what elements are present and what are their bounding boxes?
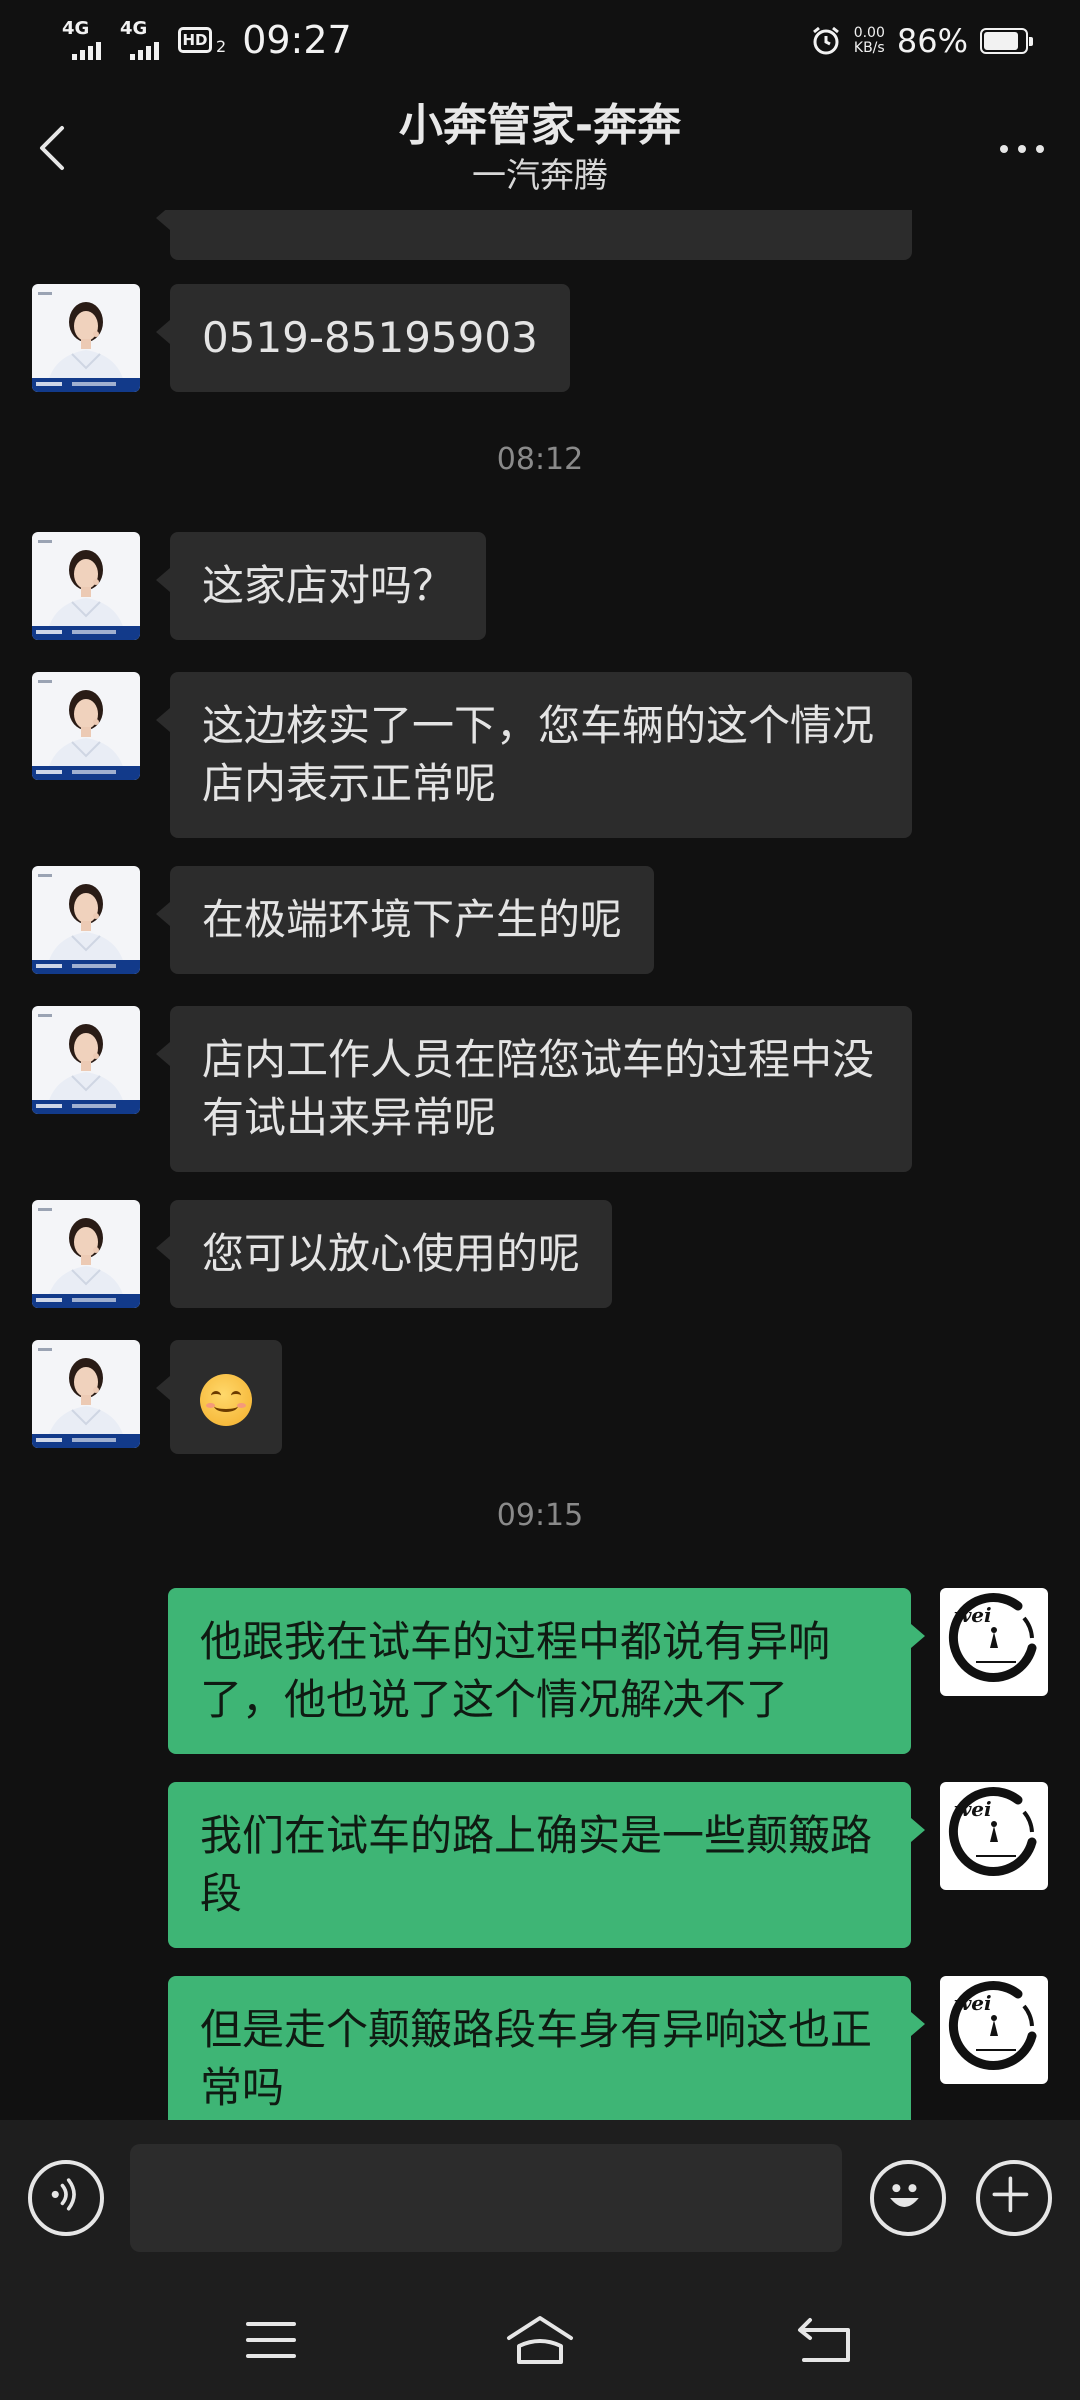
svg-text:wei: wei bbox=[954, 1991, 992, 2015]
agent-avatar[interactable] bbox=[32, 672, 140, 780]
timestamp: 09:15 bbox=[496, 1498, 584, 1533]
smiley-icon bbox=[890, 2184, 919, 2207]
status-bar: 4G 4G HD 2 09:27 0.00 KB/s 86% bbox=[0, 0, 1080, 84]
message-bubble-outgoing[interactable]: 我们在试车的路上确实是一些颠簸路段 bbox=[168, 1782, 925, 1948]
more-functions-button[interactable] bbox=[976, 2160, 1052, 2236]
agent-avatar[interactable] bbox=[32, 532, 140, 640]
chat-subtitle: 一汽奔腾 bbox=[472, 156, 608, 196]
user-avatar[interactable]: wei bbox=[940, 1976, 1048, 2084]
message-bubble[interactable]: 这边核实了一下，您车辆的这个情况店内表示正常呢 bbox=[156, 672, 912, 838]
agent-avatar[interactable] bbox=[32, 284, 140, 392]
message-bubble[interactable]: 您可以放心使用的呢 bbox=[155, 1200, 613, 1308]
timestamp: 08:12 bbox=[496, 442, 584, 477]
smile-emoji-icon bbox=[200, 1373, 252, 1426]
menu-icon[interactable] bbox=[236, 2310, 306, 2370]
signal-icon-sim2: 4G bbox=[120, 18, 168, 60]
agent-avatar[interactable] bbox=[32, 866, 140, 974]
network-type-label: 4G bbox=[62, 18, 90, 39]
hd-voice-icon: HD bbox=[178, 27, 212, 53]
voice-icon bbox=[51, 2178, 76, 2211]
message-bubble-emoji[interactable] bbox=[156, 1340, 282, 1454]
agent-avatar[interactable] bbox=[32, 1200, 140, 1308]
emoji-button[interactable] bbox=[870, 2160, 946, 2236]
svg-text:wei: wei bbox=[954, 1797, 992, 1821]
message-bubble[interactable]: 店内工作人员在陪您试车的过程中没有试出来异常呢 bbox=[156, 1006, 912, 1172]
message-list[interactable]: 0519-85195903 08:12 这家店对吗？ 这边核实了一下，您车辆的这… bbox=[0, 210, 1080, 2120]
message-bubble-phone[interactable]: 0519-85195903 bbox=[156, 284, 570, 392]
alarm-icon bbox=[812, 26, 839, 55]
back-button[interactable] bbox=[30, 120, 76, 176]
agent-avatar[interactable] bbox=[32, 1006, 140, 1114]
svg-text:wei: wei bbox=[954, 1603, 992, 1627]
message-bubble[interactable]: 这家店对吗？ bbox=[155, 532, 487, 640]
voice-input-button[interactable] bbox=[28, 2160, 104, 2236]
home-icon[interactable] bbox=[505, 2310, 575, 2370]
network-speed: 0.00 KB/s bbox=[854, 26, 885, 56]
more-options-button[interactable] bbox=[992, 134, 1052, 164]
message-bubble-outgoing[interactable]: 但是走个颠簸路段车身有异响这也正常吗 bbox=[168, 1976, 925, 2120]
chat-title: 小奔管家-奔奔 bbox=[398, 100, 682, 151]
back-nav-icon[interactable] bbox=[790, 2310, 860, 2370]
system-nav-bar bbox=[0, 2280, 1080, 2400]
battery-percent: 86% bbox=[896, 22, 968, 60]
input-bar bbox=[0, 2120, 1080, 2280]
battery-icon bbox=[980, 28, 1033, 54]
network-speed-unit: KB/s bbox=[853, 40, 885, 56]
user-avatar[interactable]: wei bbox=[940, 1588, 1048, 1696]
status-time: 09:27 bbox=[242, 18, 352, 62]
agent-avatar[interactable] bbox=[32, 1340, 140, 1448]
plus-icon bbox=[992, 2176, 1029, 2213]
network-type-label: 4G bbox=[120, 18, 148, 39]
network-speed-value: 0.00 bbox=[853, 25, 885, 41]
user-avatar[interactable]: wei bbox=[940, 1782, 1048, 1890]
message-bubble-partial[interactable] bbox=[156, 210, 912, 260]
message-input[interactable] bbox=[130, 2144, 842, 2252]
signal-icon-sim1: 4G bbox=[62, 18, 110, 60]
message-bubble[interactable]: 在极端环境下产生的呢 bbox=[155, 866, 655, 974]
chat-header: 小奔管家-奔奔 一汽奔腾 bbox=[0, 84, 1080, 210]
hd-voice-sub: 2 bbox=[216, 36, 227, 56]
message-bubble-outgoing[interactable]: 他跟我在试车的过程中都说有异响了，他也说了这个情况解决不了 bbox=[168, 1588, 925, 1754]
